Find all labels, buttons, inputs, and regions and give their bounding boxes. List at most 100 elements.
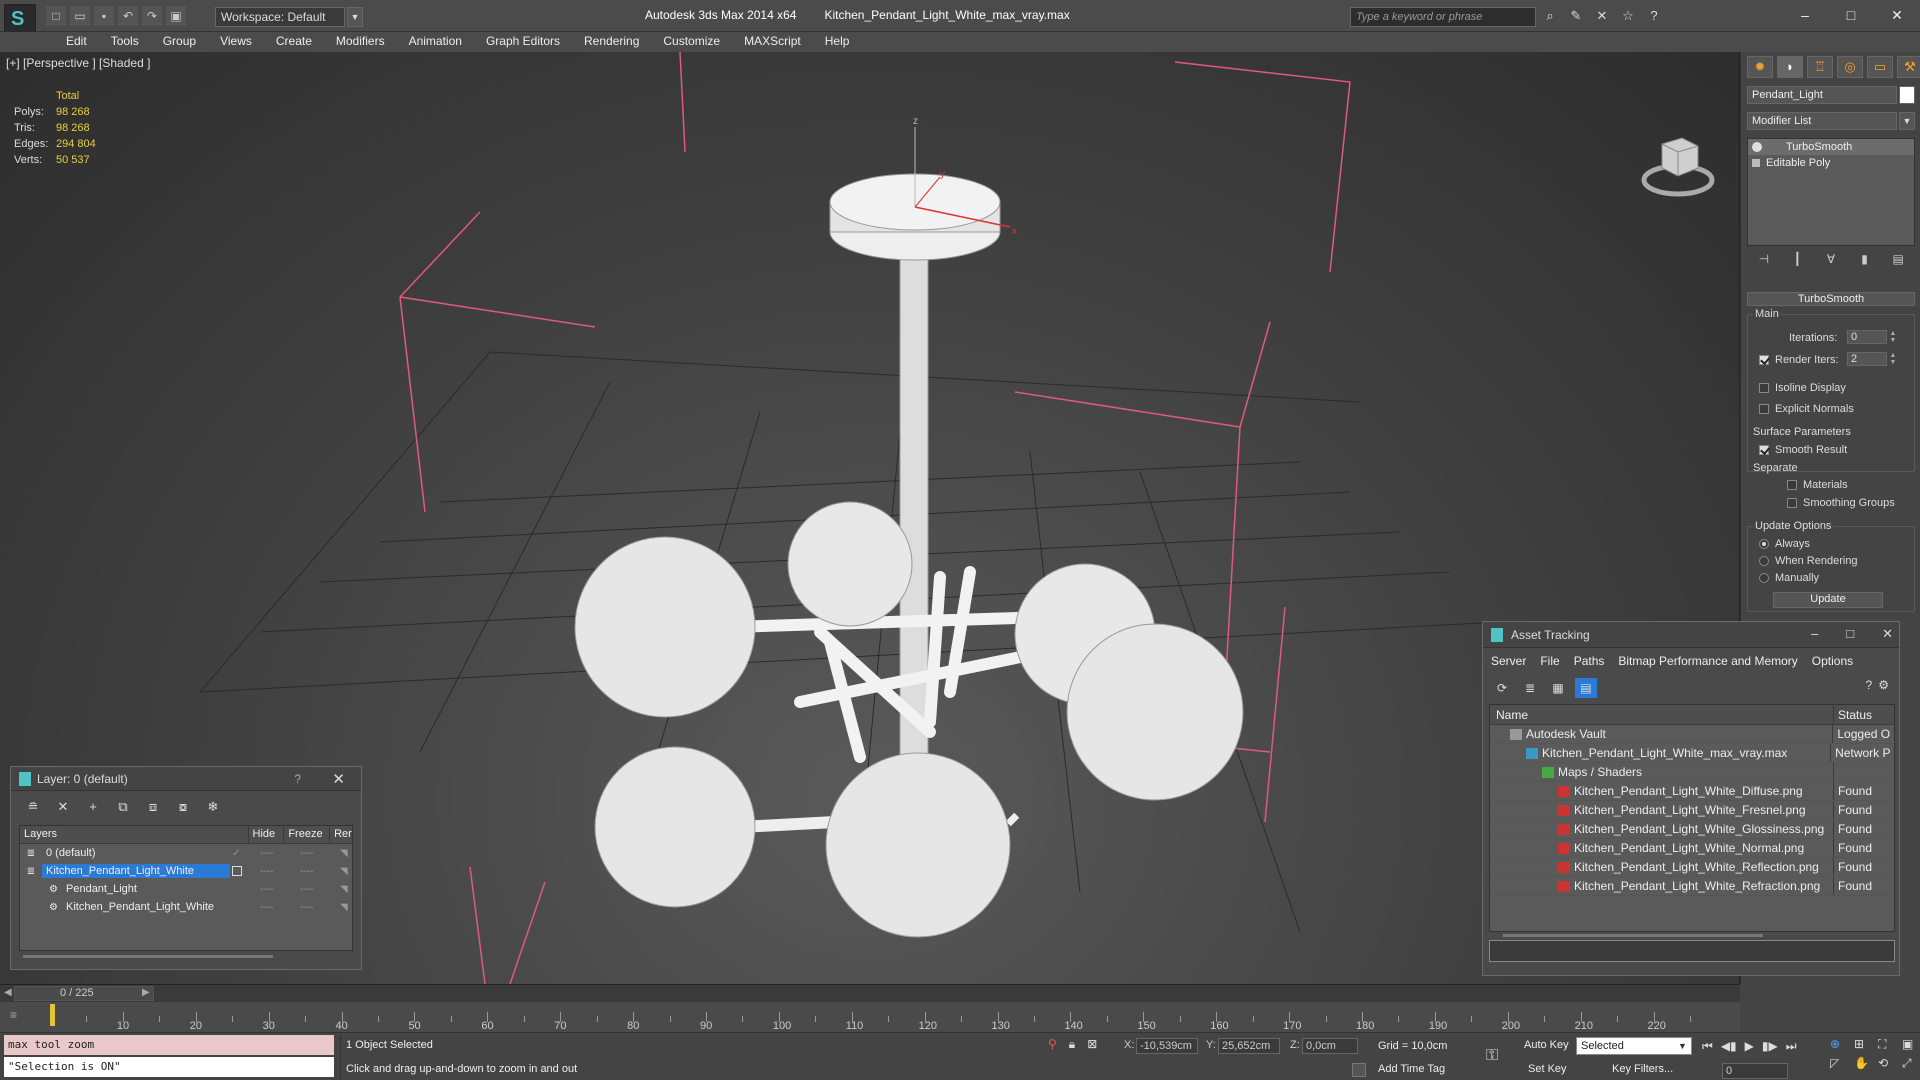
render-teapot-icon[interactable]: ◥ bbox=[340, 848, 348, 859]
close-icon[interactable]: ✕ bbox=[1882, 626, 1893, 642]
asset-row[interactable]: Autodesk Vault Logged O bbox=[1490, 725, 1894, 744]
when-rendering-radio[interactable] bbox=[1759, 556, 1769, 566]
update-button[interactable]: Update bbox=[1773, 592, 1883, 608]
asset-name-cell[interactable]: Kitchen_Pendant_Light_White_Diffuse.png bbox=[1490, 782, 1834, 800]
freeze-toggle[interactable]: ---- bbox=[300, 884, 313, 895]
col-status[interactable]: Status bbox=[1834, 705, 1876, 724]
maximize-viewport-icon[interactable]: ⤢ bbox=[1902, 1056, 1920, 1071]
playhead-marker[interactable] bbox=[50, 1004, 55, 1026]
time-tag-icon[interactable] bbox=[1352, 1063, 1366, 1077]
menu-rendering[interactable]: Rendering bbox=[572, 32, 651, 52]
maxscript-output-line[interactable]: "Selection is ON" bbox=[4, 1057, 334, 1077]
chevron-down-icon[interactable]: ▼ bbox=[347, 7, 363, 27]
thumbnail-view-icon[interactable]: ▦ bbox=[1547, 678, 1569, 698]
explicit-normals-checkbox[interactable] bbox=[1759, 404, 1769, 414]
layer-window-titlebar[interactable]: Layer: 0 (default) ? ✕ bbox=[11, 767, 361, 791]
menu-create[interactable]: Create bbox=[264, 32, 324, 52]
pendant-model[interactable] bbox=[574, 173, 1244, 938]
asset-name-cell[interactable]: Autodesk Vault bbox=[1490, 725, 1834, 743]
materials-checkbox[interactable] bbox=[1787, 480, 1797, 490]
lightbulb-icon[interactable] bbox=[1752, 142, 1762, 152]
open-file-icon[interactable]: ▭ bbox=[70, 6, 90, 26]
asset-name-cell[interactable]: Kitchen_Pendant_Light_White_Normal.png bbox=[1490, 839, 1834, 857]
current-layer-check-icon[interactable]: ✓ bbox=[232, 848, 240, 859]
menu-graph-editors[interactable]: Graph Editors bbox=[474, 32, 572, 52]
plus-box-icon[interactable] bbox=[1752, 159, 1760, 167]
undo-icon[interactable]: ↶ bbox=[118, 6, 138, 26]
asset-name-cell[interactable]: Kitchen_Pendant_Light_White_Fresnel.png bbox=[1490, 801, 1834, 819]
time-slider[interactable]: ◀ 0 / 225 ▶ bbox=[0, 984, 1740, 1002]
delete-layer-icon[interactable]: ✕ bbox=[51, 797, 75, 817]
asset-row[interactable]: Kitchen_Pendant_Light_White_max_vray.max… bbox=[1490, 744, 1894, 763]
zoom-extents-icon[interactable]: ⛶ bbox=[1878, 1037, 1898, 1052]
project-folder-icon[interactable]: ▣ bbox=[166, 6, 186, 26]
isoline-checkbox[interactable] bbox=[1759, 383, 1769, 393]
hide-toggle[interactable]: ---- bbox=[260, 884, 273, 895]
stack-item-editable-poly[interactable]: Editable Poly bbox=[1748, 155, 1914, 171]
menu-customize[interactable]: Customize bbox=[651, 32, 732, 52]
configure-sets-icon[interactable]: ▤ bbox=[1888, 252, 1908, 270]
iterations-spinner[interactable]: 0 bbox=[1847, 330, 1887, 344]
asset-window-titlebar[interactable]: Asset Tracking – □ ✕ bbox=[1483, 622, 1899, 648]
asset-row[interactable]: Kitchen_Pendant_Light_White_Normal.png Fo… bbox=[1490, 839, 1894, 858]
zoom-all-icon[interactable]: ⊞ bbox=[1854, 1037, 1874, 1052]
curve-editor-icon[interactable]: ≡ bbox=[10, 1008, 30, 1024]
absolute-mode-icon[interactable]: ⊠ bbox=[1087, 1037, 1097, 1052]
manually-radio[interactable] bbox=[1759, 573, 1769, 583]
maximize-icon[interactable]: □ bbox=[1828, 0, 1874, 30]
close-icon[interactable]: ✕ bbox=[1874, 0, 1920, 30]
layer-name[interactable]: 0 (default) bbox=[42, 846, 100, 860]
play-icon[interactable]: ▶ bbox=[1745, 1039, 1754, 1054]
asset-name-cell[interactable]: Kitchen_Pendant_Light_White_max_vray.max bbox=[1490, 744, 1832, 762]
isolate-pin-icon[interactable]: ⚲ bbox=[1048, 1037, 1057, 1052]
menu-animation[interactable]: Animation bbox=[397, 32, 474, 52]
render-iters-spinner[interactable]: 2 bbox=[1847, 352, 1887, 366]
col-name[interactable]: Name bbox=[1490, 705, 1834, 724]
render-teapot-icon[interactable]: ◥ bbox=[340, 866, 348, 877]
add-time-tag[interactable]: Add Time Tag bbox=[1378, 1063, 1445, 1075]
asset-row[interactable]: Kitchen_Pendant_Light_White_Glossiness.p… bbox=[1490, 820, 1894, 839]
current-frame-field[interactable]: 0 bbox=[1722, 1063, 1788, 1079]
key-selection-dropdown[interactable]: Selected bbox=[1576, 1037, 1692, 1055]
minimize-icon[interactable]: – bbox=[1811, 626, 1818, 642]
object-name-field[interactable]: Pendant_Light bbox=[1747, 86, 1897, 104]
layer-row[interactable]: ≣ Kitchen_Pendant_Light_White ---- ---- … bbox=[20, 862, 352, 880]
render-teapot-icon[interactable]: ◥ bbox=[340, 902, 348, 913]
menu-maxscript[interactable]: MAXScript bbox=[732, 32, 813, 52]
modifier-list-dropdown[interactable]: Modifier List bbox=[1747, 112, 1897, 130]
subscription-icon[interactable]: ✎ bbox=[1566, 8, 1586, 26]
layer-object-name[interactable]: Pendant_Light bbox=[62, 882, 141, 896]
communication-icon[interactable]: ✕ bbox=[1592, 8, 1612, 26]
smoothing-groups-checkbox[interactable] bbox=[1787, 498, 1797, 508]
asset-menu-bitmap[interactable]: Bitmap Performance and Memory bbox=[1618, 654, 1797, 668]
help-icon[interactable]: ? bbox=[1644, 8, 1664, 26]
zoom-icon[interactable]: ⊕ bbox=[1830, 1037, 1850, 1052]
freeze-toggle[interactable]: ---- bbox=[300, 848, 313, 859]
star-icon[interactable]: ☆ bbox=[1618, 8, 1638, 26]
menu-edit[interactable]: Edit bbox=[54, 32, 99, 52]
prev-key-icon[interactable]: ◀▮ bbox=[1721, 1039, 1737, 1054]
object-color-swatch[interactable] bbox=[1899, 86, 1915, 104]
viewport-label[interactable]: [+] [Perspective ] [Shaded ] bbox=[6, 56, 150, 70]
menu-tools[interactable]: Tools bbox=[99, 32, 151, 52]
orbit-icon[interactable]: ⟲ bbox=[1878, 1056, 1898, 1071]
select-objects-icon[interactable]: ⧉ bbox=[111, 797, 135, 817]
highlight-layer-icon[interactable]: ⧈ bbox=[141, 797, 165, 817]
list-view-icon[interactable]: ≣ bbox=[1519, 678, 1541, 698]
next-frame-icon[interactable]: ▶ bbox=[142, 987, 150, 998]
maxscript-listener-line[interactable]: max tool zoom bbox=[4, 1035, 334, 1055]
utilities-tab-icon[interactable]: ⚒ bbox=[1897, 56, 1920, 78]
y-coordinate-field[interactable]: 25,652cm bbox=[1218, 1038, 1280, 1054]
hide-toggle[interactable]: ---- bbox=[260, 902, 273, 913]
help-icon[interactable]: ? bbox=[1866, 678, 1873, 692]
hide-toggle[interactable]: ---- bbox=[260, 866, 273, 877]
create-layer-icon[interactable]: ≘ bbox=[21, 797, 45, 817]
key-filters-button[interactable]: Key Filters... bbox=[1612, 1063, 1673, 1075]
col-render[interactable]: Rend bbox=[330, 826, 352, 843]
create-tab-icon[interactable]: ✹ bbox=[1747, 56, 1773, 78]
asset-name-cell[interactable]: Kitchen_Pendant_Light_White_Glossiness.p… bbox=[1490, 820, 1834, 838]
smooth-result-checkbox[interactable] bbox=[1759, 445, 1769, 455]
asset-row[interactable]: Kitchen_Pendant_Light_White_Diffuse.png F… bbox=[1490, 782, 1894, 801]
asset-menu-server[interactable]: Server bbox=[1491, 654, 1526, 668]
stack-item-turbosmooth[interactable]: TurboSmooth bbox=[1748, 139, 1914, 155]
